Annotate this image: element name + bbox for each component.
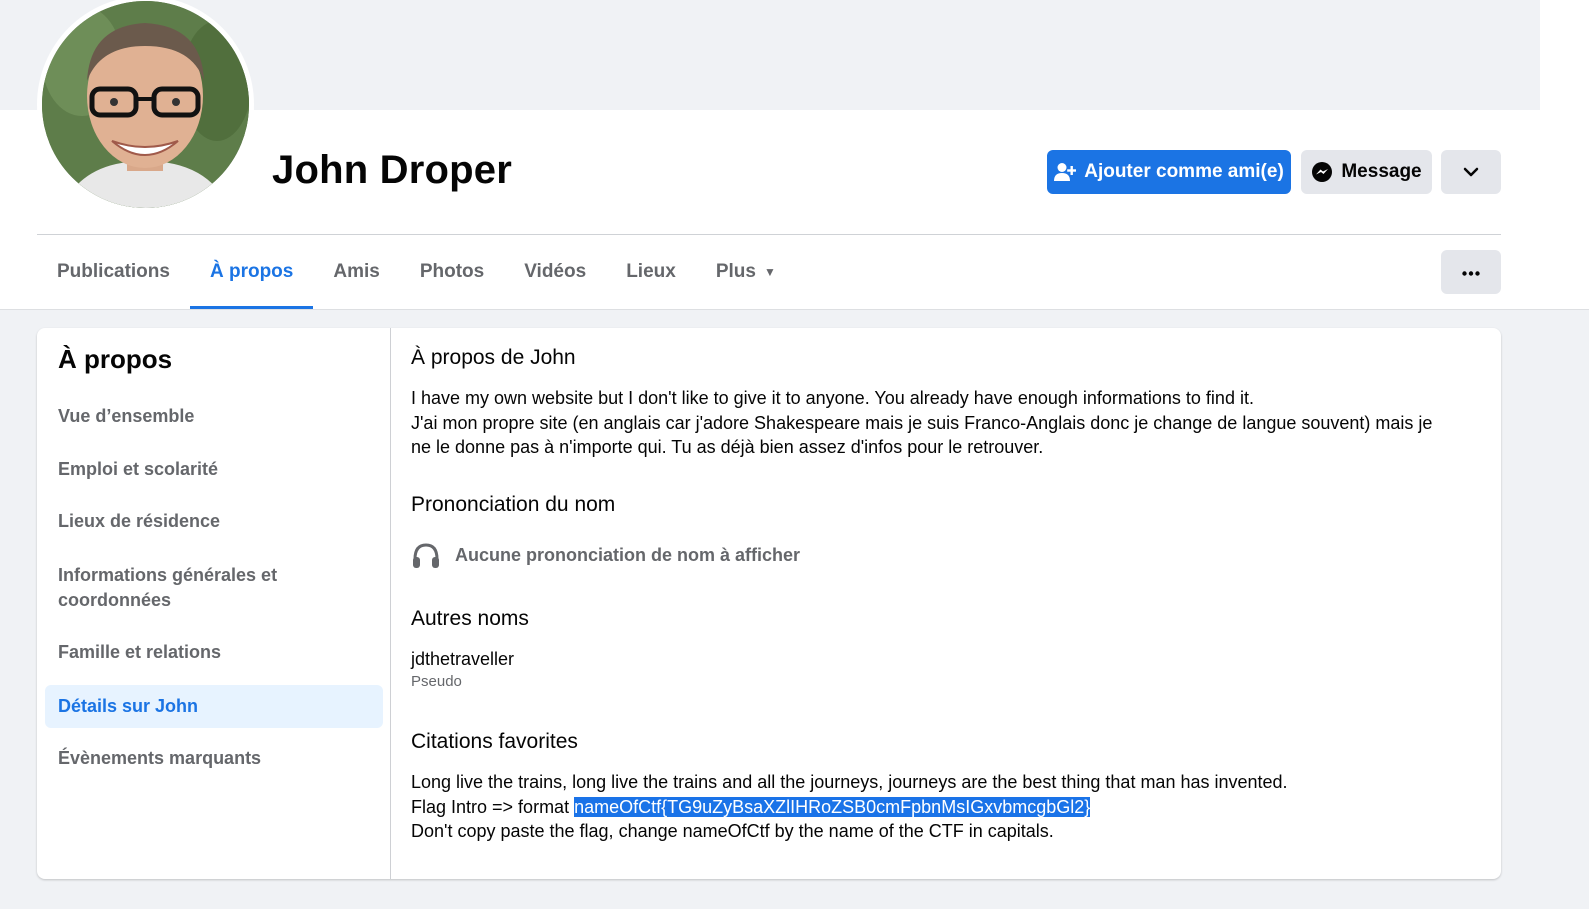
quote-line: Long live the trains, long live the trai… <box>411 772 1288 792</box>
message-button[interactable]: Message <box>1301 150 1432 194</box>
tab-photos[interactable]: Photos <box>400 235 504 309</box>
quote-line: Flag Intro => format nameOfCtf{TG9uZyBsa… <box>411 795 1461 820</box>
about-section-title: À propos de John <box>411 346 576 369</box>
face-illustration <box>42 1 249 208</box>
ellipsis-icon <box>1462 263 1480 281</box>
tab-label: Amis <box>333 261 380 282</box>
add-friend-button[interactable]: Ajouter comme ami(e) <box>1047 150 1291 194</box>
tab-label: Publications <box>57 261 170 282</box>
other-names-section-title: Autres noms <box>411 607 529 630</box>
sidebar-item-contact-info[interactable]: Informations générales et coordonnées <box>45 563 295 613</box>
tab-places[interactable]: Lieux <box>606 235 696 309</box>
flag-prefix: Flag Intro => format <box>411 796 575 817</box>
cover-edge <box>1540 0 1589 110</box>
profile-name: John Droper <box>272 148 512 192</box>
flag-text-selected[interactable]: nameOfCtf{TG9uZyBsaXZlIHRoZSB0cmFpbnMsIG… <box>574 796 1091 817</box>
sidebar-item-label: Famille et relations <box>58 642 222 662</box>
add-friend-icon <box>1054 162 1077 182</box>
tab-label: Plus <box>715 261 756 282</box>
about-text: I have my own website but I don't like t… <box>411 386 1461 460</box>
quotes-section-title: Citations favorites <box>411 730 578 753</box>
chevron-down-icon <box>1463 161 1479 183</box>
sidebar-item-places-lived[interactable]: Lieux de résidence <box>45 509 383 534</box>
sidebar-item-label: Lieux de résidence <box>58 511 221 531</box>
message-label: Message <box>1341 161 1422 182</box>
profile-picture <box>42 1 249 208</box>
about-sidebar: À propos Vue d’ensemble Emploi et scolar… <box>37 328 391 879</box>
headphones-icon <box>411 540 441 570</box>
about-card: À propos Vue d’ensemble Emploi et scolar… <box>37 328 1501 879</box>
quote-line: Don't copy paste the flag, change nameOf… <box>411 821 1054 841</box>
sidebar-item-label: Évènements marquants <box>58 748 262 768</box>
tab-about[interactable]: À propos <box>189 235 314 309</box>
tab-label: À propos <box>209 261 294 282</box>
sidebar-item-details[interactable]: Détails sur John <box>45 685 383 728</box>
about-line: I have my own website but I don't like t… <box>411 388 1254 408</box>
other-name-value: jdthetraveller <box>411 649 515 669</box>
tab-friends[interactable]: Amis <box>313 235 399 309</box>
sidebar-item-label: Détails sur John <box>58 696 199 716</box>
tab-options-button[interactable] <box>1441 250 1501 294</box>
other-name-type: Pseudo <box>411 673 462 690</box>
about-line: ne le donne pas à n'importe qui. Tu as d… <box>411 437 1044 457</box>
quotes-text: Long live the trains, long live the trai… <box>411 770 1461 844</box>
sidebar-item-label: Vue d’ensemble <box>58 406 195 426</box>
sidebar-item-label: Informations générales et coordonnées <box>58 565 278 610</box>
tab-label: Photos <box>419 261 485 282</box>
sidebar-item-label: Emploi et scolarité <box>58 459 219 479</box>
messenger-icon <box>1311 161 1333 183</box>
about-line: J'ai mon propre site (en anglais car j'a… <box>411 412 1433 433</box>
add-friend-label: Ajouter comme ami(e) <box>1084 161 1284 182</box>
sidebar-item-family[interactable]: Famille et relations <box>45 640 383 665</box>
tab-videos[interactable]: Vidéos <box>504 235 606 309</box>
sidebar-item-life-events[interactable]: Évènements marquants <box>45 746 383 771</box>
avatar[interactable] <box>37 0 254 213</box>
profile-tabs: Publications À propos Amis Photos Vidéos… <box>37 235 796 309</box>
more-options-button[interactable] <box>1441 150 1501 194</box>
sidebar-title: À propos <box>58 344 173 374</box>
tab-publications[interactable]: Publications <box>37 235 190 309</box>
pronunciation-row: Aucune prononciation de nom à afficher <box>411 540 1461 570</box>
caret-down-icon: ▼ <box>763 265 776 279</box>
pronunciation-section-title: Prononciation du nom <box>411 493 616 516</box>
sidebar-item-overview[interactable]: Vue d’ensemble <box>45 404 383 429</box>
tab-more[interactable]: Plus ▼ <box>696 235 796 309</box>
tab-label: Lieux <box>626 261 676 282</box>
tab-label: Vidéos <box>524 261 587 282</box>
pronunciation-text: Aucune prononciation de nom à afficher <box>455 544 801 565</box>
sidebar-item-work-education[interactable]: Emploi et scolarité <box>45 457 383 482</box>
